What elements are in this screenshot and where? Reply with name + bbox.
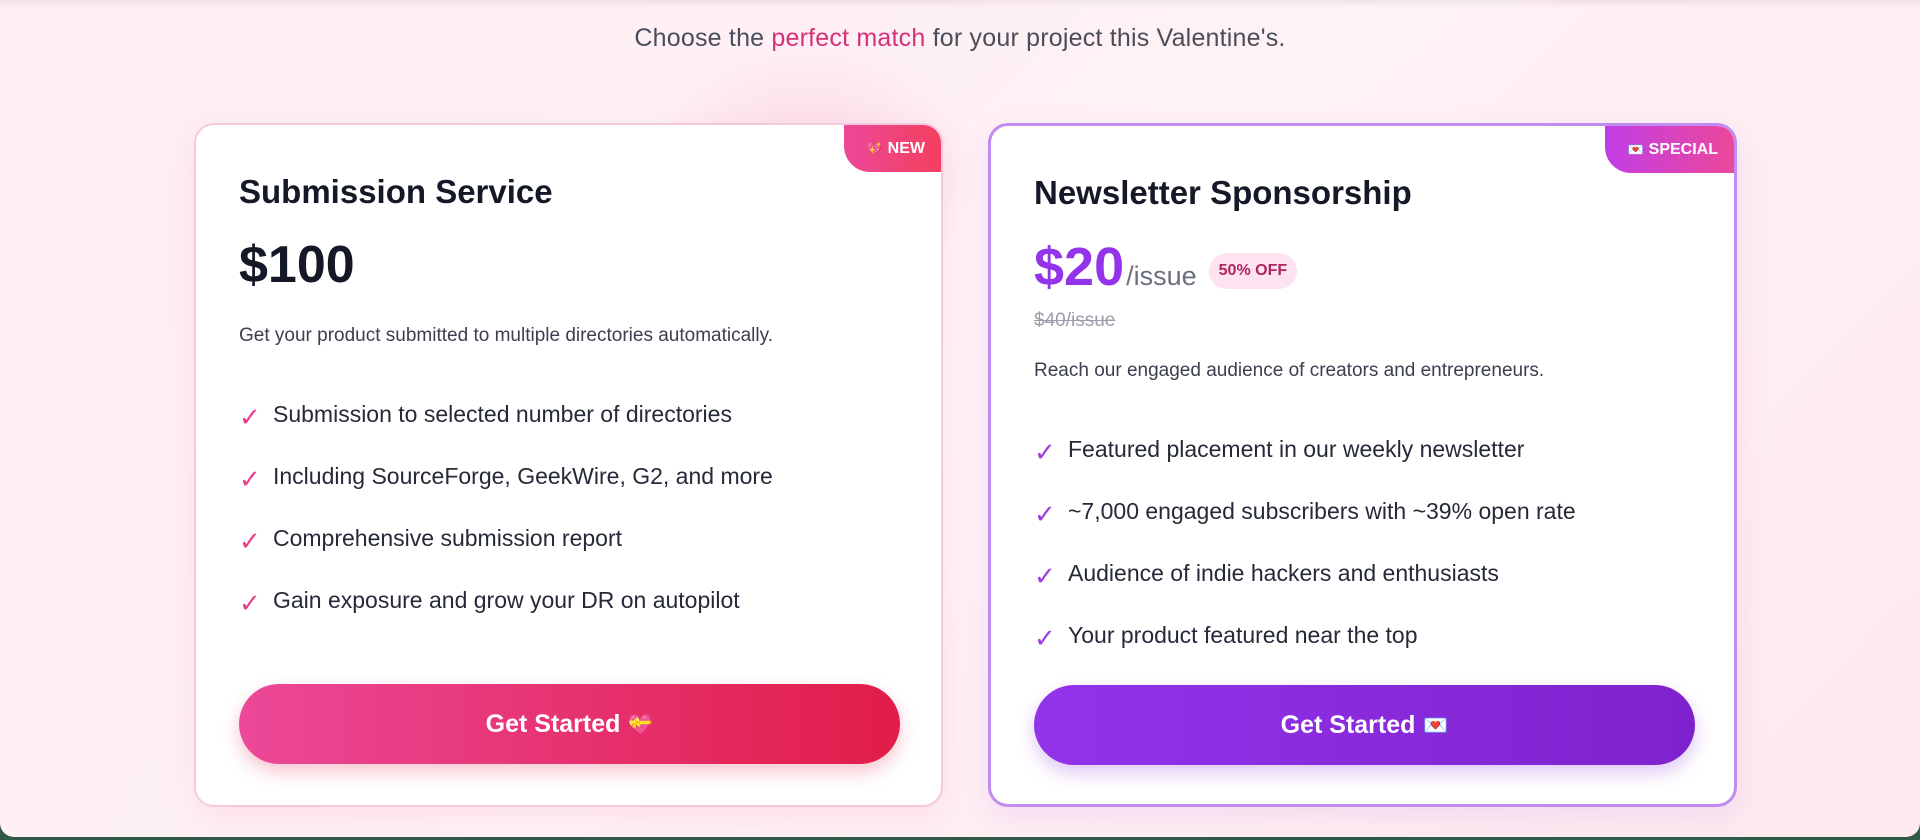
heart-gift-icon: 💝 bbox=[628, 713, 654, 736]
card-description: Reach our engaged audience of creators a… bbox=[1034, 360, 1545, 381]
feature-list: ✓ Submission to selected number of direc… bbox=[239, 383, 773, 631]
get-started-button[interactable]: Get Started 💌 bbox=[1034, 685, 1695, 765]
check-icon: ✓ bbox=[1034, 498, 1056, 529]
feature-item: ✓ Comprehensive submission report bbox=[239, 507, 773, 569]
card-title: Newsletter Sponsorship bbox=[1034, 174, 1412, 211]
feature-item: ✓ Audience of indie hackers and enthusia… bbox=[1034, 542, 1576, 604]
pricing-page: Choose the perfect match for your projec… bbox=[0, 0, 1920, 837]
special-badge-label: SPECIAL bbox=[1648, 140, 1718, 158]
love-letter-icon: 💌 bbox=[1627, 141, 1644, 157]
get-started-button[interactable]: Get Started 💝 bbox=[239, 684, 900, 764]
feature-item: ✓ Your product featured near the top bbox=[1034, 604, 1576, 666]
special-badge: 💌 SPECIAL bbox=[1605, 126, 1734, 173]
price-row: $20 /issue 50% OFF bbox=[1034, 236, 1298, 298]
feature-list: ✓ Featured placement in our weekly newsl… bbox=[1034, 418, 1576, 666]
top-edge-shadow bbox=[0, 0, 1920, 8]
feature-text: Including SourceForge, GeekWire, G2, and… bbox=[273, 462, 773, 489]
feature-item: ✓ Featured placement in our weekly newsl… bbox=[1034, 418, 1576, 480]
feature-item: ✓ Gain exposure and grow your DR on auto… bbox=[239, 569, 773, 631]
feature-text: Audience of indie hackers and enthusiast… bbox=[1068, 559, 1499, 586]
section-subtitle: Choose the perfect match for your projec… bbox=[0, 24, 1920, 53]
get-started-label: Get Started bbox=[1280, 710, 1416, 739]
feature-text: Comprehensive submission report bbox=[273, 524, 622, 551]
feature-text: ~7,000 engaged subscribers with ~39% ope… bbox=[1068, 497, 1576, 524]
subtitle-text-start: Choose the bbox=[634, 24, 772, 52]
price: $100 bbox=[239, 236, 355, 294]
sparkling-heart-icon: 💖 bbox=[866, 140, 883, 156]
feature-text: Submission to selected number of directo… bbox=[273, 400, 732, 427]
new-badge: 💖 NEW bbox=[844, 125, 941, 172]
check-icon: ✓ bbox=[239, 463, 261, 494]
check-icon: ✓ bbox=[239, 587, 261, 618]
get-started-label: Get Started bbox=[485, 709, 621, 738]
feature-text: Gain exposure and grow your DR on autopi… bbox=[273, 586, 740, 613]
subtitle-text-end: for your project this Valentine's. bbox=[925, 24, 1286, 52]
price-row: $100 bbox=[239, 235, 355, 295]
feature-text: Featured placement in our weekly newslet… bbox=[1068, 435, 1525, 462]
original-price: $40/issue bbox=[1034, 310, 1116, 331]
price-unit: /issue bbox=[1126, 261, 1197, 291]
feature-item: ✓ Including SourceForge, GeekWire, G2, a… bbox=[239, 445, 773, 507]
new-badge-label: NEW bbox=[887, 139, 925, 157]
check-icon: ✓ bbox=[239, 525, 261, 556]
card-title: Submission Service bbox=[239, 173, 553, 210]
check-icon: ✓ bbox=[1034, 560, 1056, 591]
card-description: Get your product submitted to multiple d… bbox=[239, 325, 773, 346]
love-letter-icon: 💌 bbox=[1423, 714, 1449, 737]
pricing-card-submission-service: 💖 NEW Submission Service $100 Get your p… bbox=[194, 123, 943, 807]
subtitle-highlight: perfect match bbox=[771, 24, 926, 52]
feature-text: Your product featured near the top bbox=[1068, 621, 1418, 648]
feature-item: ✓ Submission to selected number of direc… bbox=[239, 383, 773, 445]
check-icon: ✓ bbox=[1034, 436, 1056, 467]
check-icon: ✓ bbox=[1034, 622, 1056, 653]
feature-item: ✓ ~7,000 engaged subscribers with ~39% o… bbox=[1034, 480, 1576, 542]
discount-badge: 50% OFF bbox=[1208, 253, 1298, 289]
check-icon: ✓ bbox=[239, 401, 261, 432]
price: $20 bbox=[1034, 237, 1125, 297]
pricing-card-newsletter-sponsorship: 💌 SPECIAL Newsletter Sponsorship $20 /is… bbox=[988, 123, 1737, 807]
